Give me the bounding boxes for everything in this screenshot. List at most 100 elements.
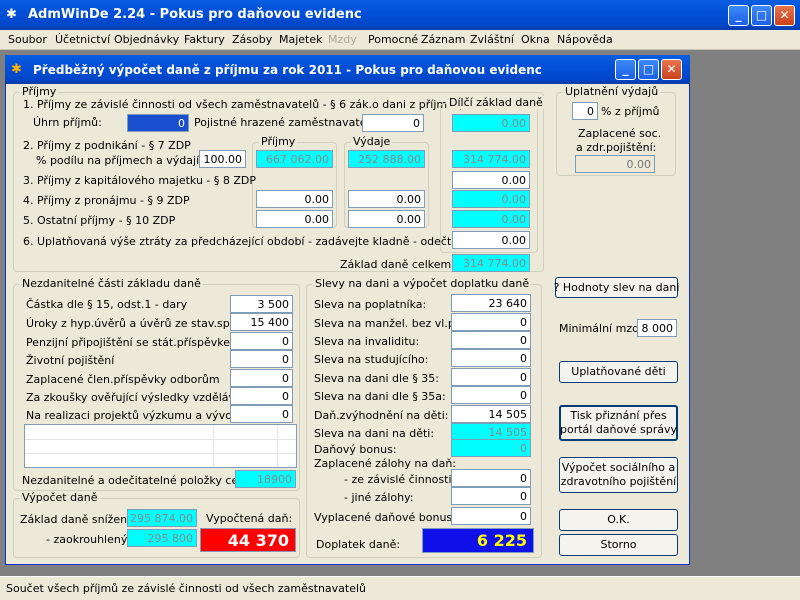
window-icon: ✱	[11, 62, 22, 77]
bonusy-input[interactable]: 0	[451, 507, 531, 525]
pojistne-input[interactable]: 0	[362, 114, 424, 132]
r4-prijmy[interactable]: 0.00	[256, 190, 333, 208]
nz-row-value[interactable]: 0	[230, 405, 293, 423]
nz-row-value[interactable]: 15 400	[230, 313, 293, 331]
maximize-icon[interactable]: □	[751, 5, 772, 26]
nz-row-label: Penzijní připojištění se stát.příspěvkem	[26, 336, 241, 349]
doplatek-dane: 6 225	[422, 528, 534, 553]
storno-button[interactable]: Storno	[559, 534, 678, 556]
projekty-list[interactable]	[24, 424, 297, 468]
nz-row-value[interactable]: 0	[230, 350, 293, 368]
sleva-row-value[interactable]: 14 505	[451, 405, 531, 423]
sleva-row-value[interactable]: 0	[451, 331, 531, 349]
sleva-row-label: Daňový bonus:	[314, 443, 397, 456]
sleva-row-label: Sleva na poplatníka:	[314, 298, 427, 311]
r5-prijmy[interactable]: 0.00	[256, 210, 333, 228]
vypoctena-dan: 44 370	[200, 528, 296, 552]
menu-soubor[interactable]: Soubor	[8, 33, 47, 46]
sleva-row-label: Sleva na invaliditu:	[314, 335, 420, 348]
sleva-row-value[interactable]: 23 640	[451, 294, 531, 312]
dilci-legend: Dílčí základ daně	[447, 96, 545, 109]
status-text: Součet všech příjmů ze závislé činnosti …	[6, 582, 367, 595]
nz-row-value[interactable]: 0	[230, 332, 293, 350]
r2-dilci: 314 774.00	[452, 150, 530, 168]
child-maximize-icon[interactable]: □	[638, 59, 659, 80]
procento-input[interactable]: 100.00	[199, 150, 246, 168]
nz-row-label: Úroky z hyp.úvěrů a úvěrů ze stav.spoř.	[26, 317, 244, 330]
menu-objednavky[interactable]: Objednávky	[114, 33, 179, 46]
bonusy-label: Vyplacené daňové bonusy:	[314, 511, 462, 524]
nz-row-label: Za zkoušky ověřující výsledky vzdělávání	[26, 391, 252, 404]
r1-label: 1. Příjmy ze závislé činnosti od všech z…	[23, 98, 489, 111]
zavisle-input[interactable]: 0	[451, 469, 531, 487]
sleva-row-value[interactable]: 0	[451, 368, 531, 386]
soc-zdrav-button[interactable]: Výpočet sociálního a zdravotního pojiště…	[559, 457, 678, 493]
menu-zaznam[interactable]: Záznam	[421, 33, 465, 46]
tisk-label-2: portál daňové správy	[559, 423, 678, 436]
nz-row-label: Životní pojištění	[26, 354, 115, 367]
nz-row-value[interactable]: 0	[230, 369, 293, 387]
r4-label: 4. Příjmy z pronájmu - § 9 ZDP	[23, 194, 190, 207]
uhrn-input[interactable]: 0	[127, 114, 189, 132]
tisk-button[interactable]: Tisk přiznání přes portál daňové správy	[559, 405, 678, 441]
menu-mzdy[interactable]: Mzdy	[328, 33, 357, 46]
r3-dilci[interactable]: 0.00	[452, 171, 530, 189]
r2-vydaje: 252 888.00	[348, 150, 425, 168]
sleva-row-value[interactable]: 0	[451, 386, 531, 404]
zaklad-celkem: 314 774.00	[452, 254, 530, 272]
soc-label2: a zdr.pojištění:	[576, 141, 657, 154]
soc-field: 0.00	[575, 155, 655, 173]
snizeny-field: 295 874.00	[127, 509, 197, 527]
zaokr-field: 295 800	[127, 529, 197, 547]
nz-celkem: 18900	[235, 470, 296, 488]
menu-pomocne[interactable]: Pomocné	[368, 33, 418, 46]
procento-label: % podílu na příjmech a výdajích:	[36, 154, 216, 167]
menu-okna[interactable]: Okna	[521, 33, 550, 46]
nz-row-value[interactable]: 3 500	[230, 295, 293, 313]
sleva-row-value[interactable]: 0	[451, 313, 531, 331]
sleva-row-label: Sleva na dani na děti:	[314, 427, 435, 440]
soc-label1: Zaplacené soc.	[578, 127, 662, 140]
zavisle-label: - ze závislé činnosti:	[344, 473, 456, 486]
status-bar: Součet všech příjmů ze závislé činnosti …	[0, 576, 800, 600]
menu-faktury[interactable]: Faktury	[184, 33, 225, 46]
r5-dilci: 0.00	[452, 210, 530, 228]
window-title: Předběžný výpočet daně z příjmu za rok 2…	[33, 63, 542, 77]
nz-row-value[interactable]: 0	[230, 387, 293, 405]
ok-button[interactable]: O.K.	[559, 509, 678, 531]
nz-row-label: Částka dle § 15, odst.1 - dary	[26, 298, 188, 311]
slevy-legend: Slevy na dani a výpočet doplatku daně	[313, 277, 532, 290]
child-minimize-icon[interactable]: _	[615, 59, 636, 80]
r2-label: 2. Příjmy z podnikání - § 7 ZDP	[23, 139, 191, 152]
minimize-icon[interactable]: _	[728, 5, 749, 26]
child-close-icon[interactable]: ✕	[661, 59, 682, 80]
vydaje-pct-label: % z příjmů	[601, 105, 660, 118]
menu-napoveda[interactable]: Nápověda	[557, 33, 613, 46]
menu-zvlastni[interactable]: Zvláštní	[470, 33, 514, 46]
sleva-row-value: 0	[451, 439, 531, 457]
vydaje-pct-input[interactable]: 0	[572, 102, 598, 120]
menu-bar: Soubor Účetnictví Objednávky Faktury Zás…	[0, 30, 800, 50]
r6-label: 6. Uplatňovaná výše ztráty za předcházej…	[23, 235, 475, 248]
app-icon: ✱	[6, 7, 17, 22]
jine-input[interactable]: 0	[451, 487, 531, 505]
r5-vydaje[interactable]: 0.00	[348, 210, 425, 228]
nezdanitelne-legend: Nezdanitelné části základu daně	[20, 277, 203, 290]
close-icon[interactable]: ✕	[774, 5, 795, 26]
minmzda-input[interactable]: 8 000	[637, 319, 677, 337]
minmzda-label: Minimální mzda:	[559, 322, 650, 335]
menu-majetek[interactable]: Majetek	[279, 33, 323, 46]
jine-label: - jiné zálohy:	[344, 491, 414, 504]
soc-label-1: Výpočet sociálního a	[561, 461, 676, 474]
nz-row-label: Zaplacené člen.příspěvky odborům	[26, 373, 220, 386]
menu-zasoby[interactable]: Zásoby	[232, 33, 272, 46]
doplatek-label: Doplatek daně:	[316, 538, 401, 551]
r6-dilci[interactable]: 0.00	[452, 231, 530, 249]
r4-vydaje[interactable]: 0.00	[348, 190, 425, 208]
snizeny-label: Základ daně snížený:	[20, 513, 137, 526]
sleva-row-value[interactable]: 0	[451, 349, 531, 367]
deti-button[interactable]: Uplatňované děti	[559, 361, 678, 383]
hodnoty-slev-button[interactable]: ? Hodnoty slev na dani	[554, 277, 679, 298]
vypocet-legend: Výpočet daně	[20, 491, 100, 504]
menu-ucetnictvi[interactable]: Účetnictví	[55, 33, 110, 46]
